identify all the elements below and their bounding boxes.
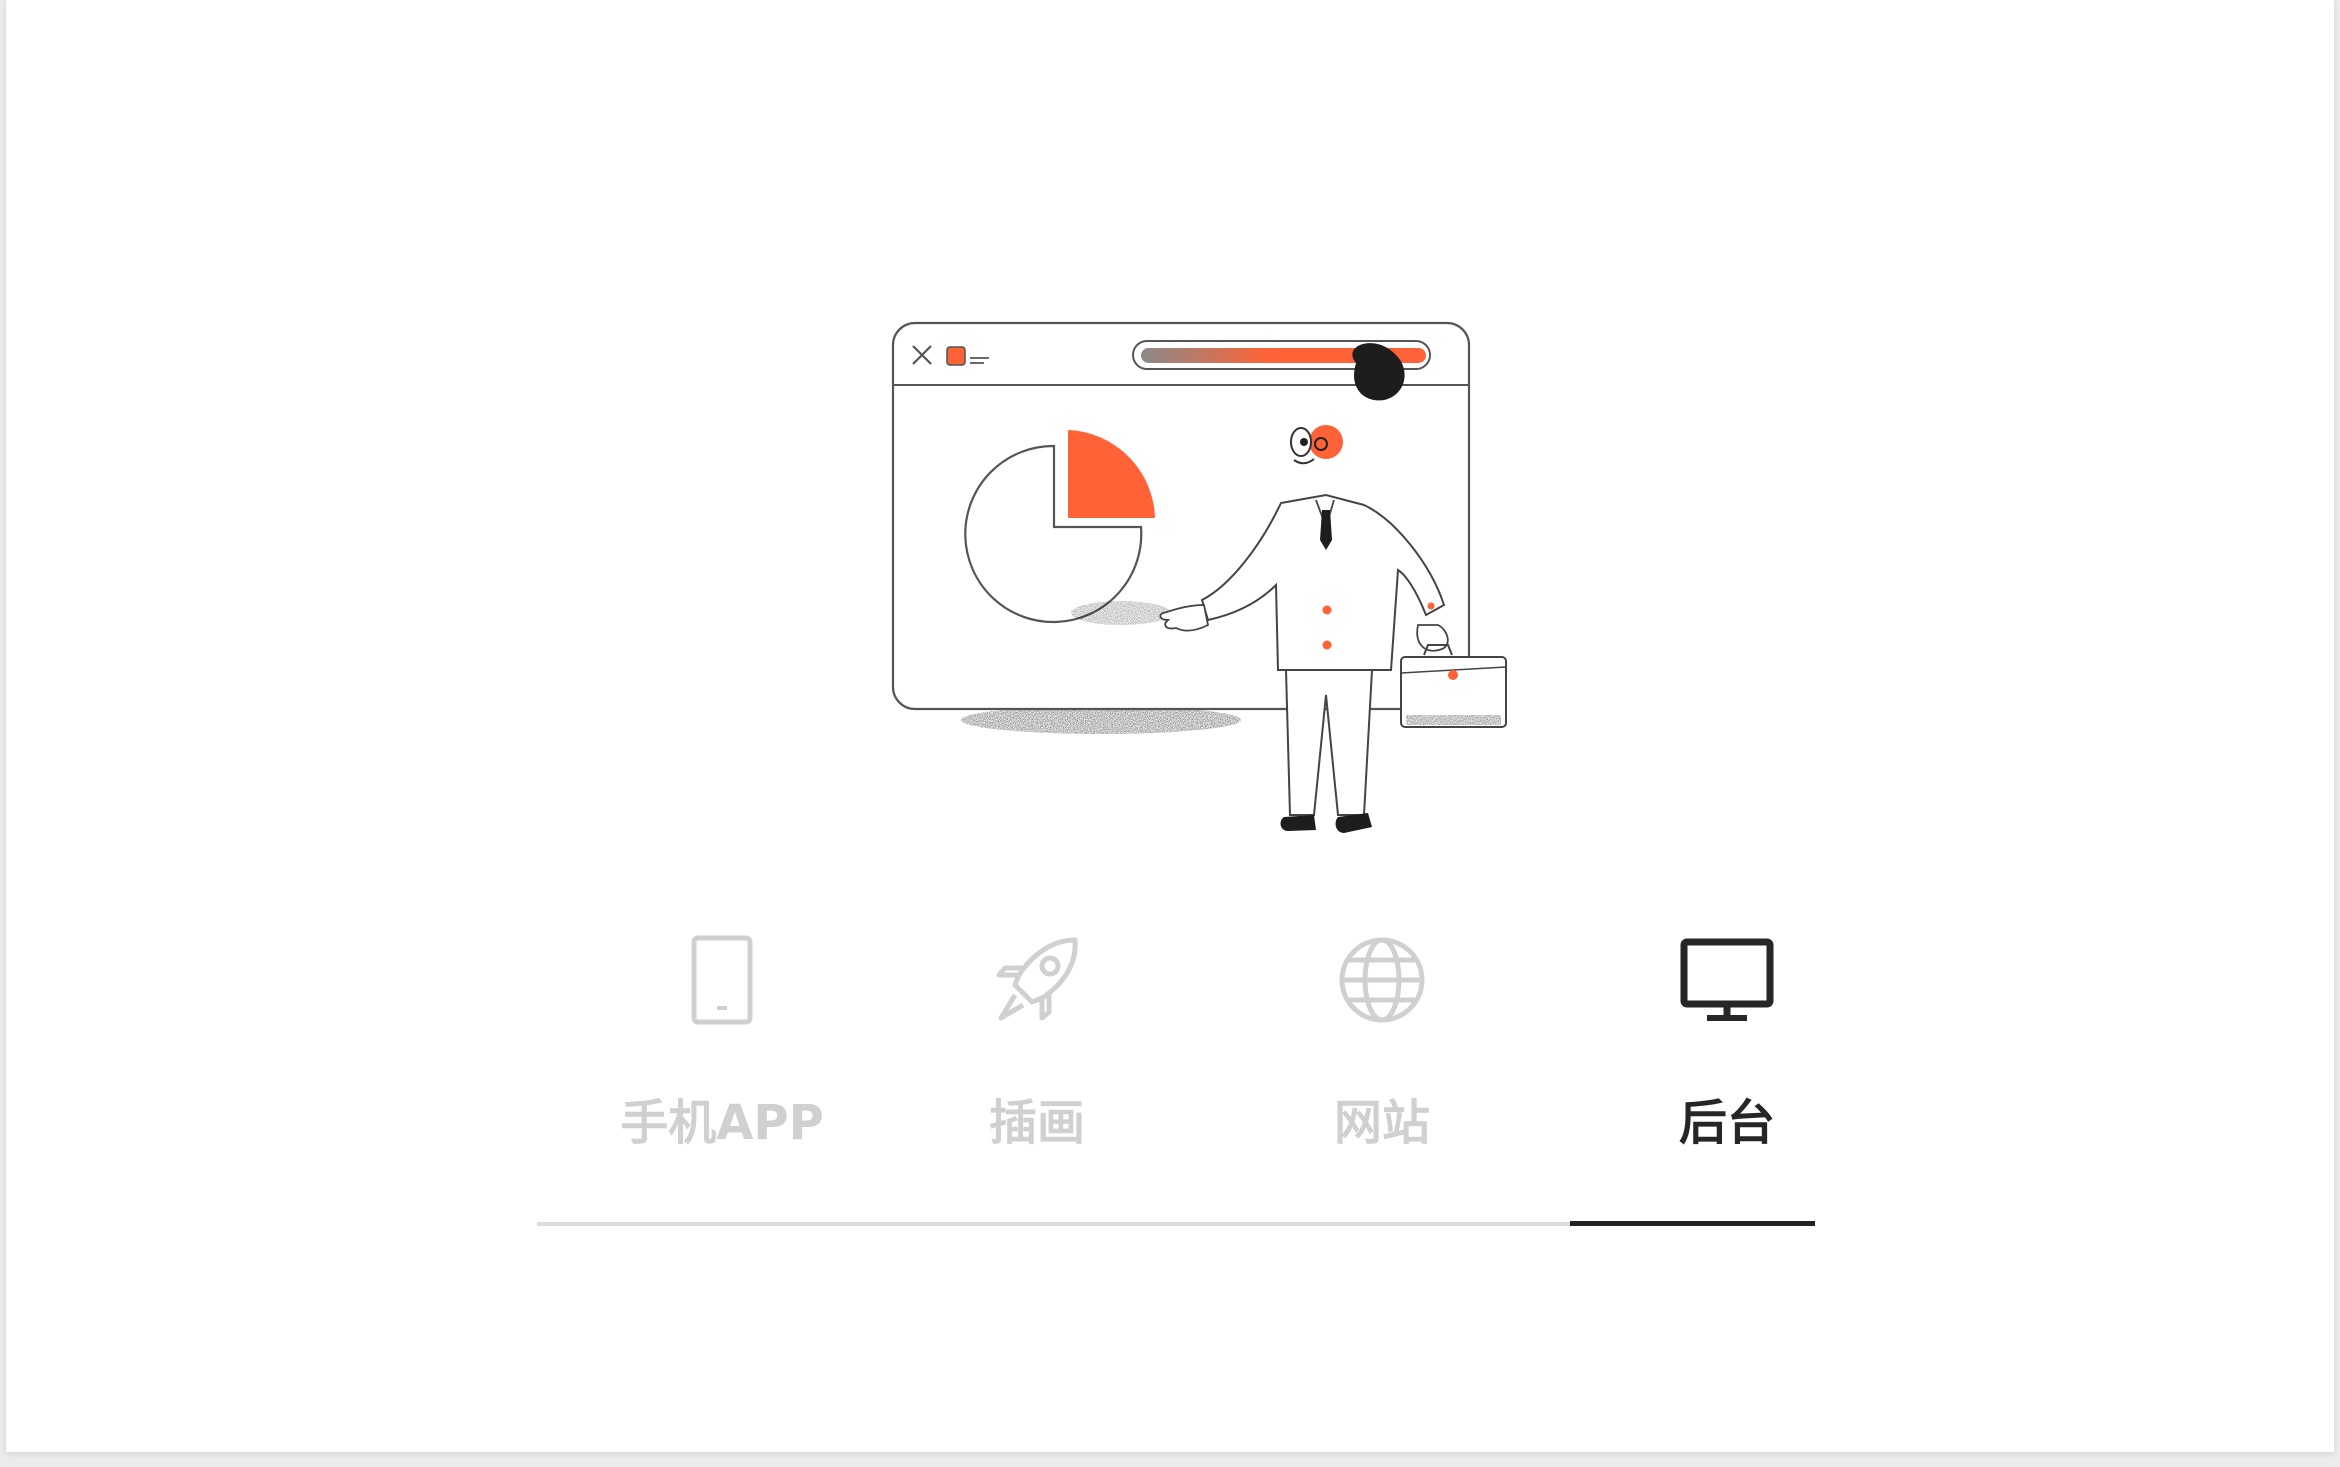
tab-label: 手机APP bbox=[620, 1095, 824, 1151]
category-tab-bar: 手机APP 插画 网站 后台 bbox=[537, 930, 1815, 1230]
rocket-icon bbox=[987, 930, 1087, 1030]
tab-label: 网站 bbox=[1333, 1095, 1430, 1151]
tab-website[interactable]: 网站 bbox=[1222, 930, 1542, 1170]
tab-label: 后台 bbox=[1678, 1095, 1775, 1151]
showcase-card: 手机APP 插画 网站 后台 bbox=[6, 0, 2334, 1452]
businessman-presenting-dashboard-illustration bbox=[891, 321, 1507, 833]
globe-icon bbox=[1332, 930, 1432, 1030]
tab-admin-backend[interactable]: 后台 bbox=[1567, 930, 1887, 1170]
tab-mobile-app[interactable]: 手机APP bbox=[562, 930, 882, 1170]
tab-label: 插画 bbox=[988, 1095, 1085, 1151]
tab-illustration[interactable]: 插画 bbox=[877, 930, 1197, 1170]
monitor-icon bbox=[1677, 930, 1777, 1030]
mobile-phone-icon bbox=[672, 930, 772, 1030]
hero-illustration bbox=[886, 315, 1526, 845]
active-tab-indicator bbox=[1570, 1221, 1815, 1226]
